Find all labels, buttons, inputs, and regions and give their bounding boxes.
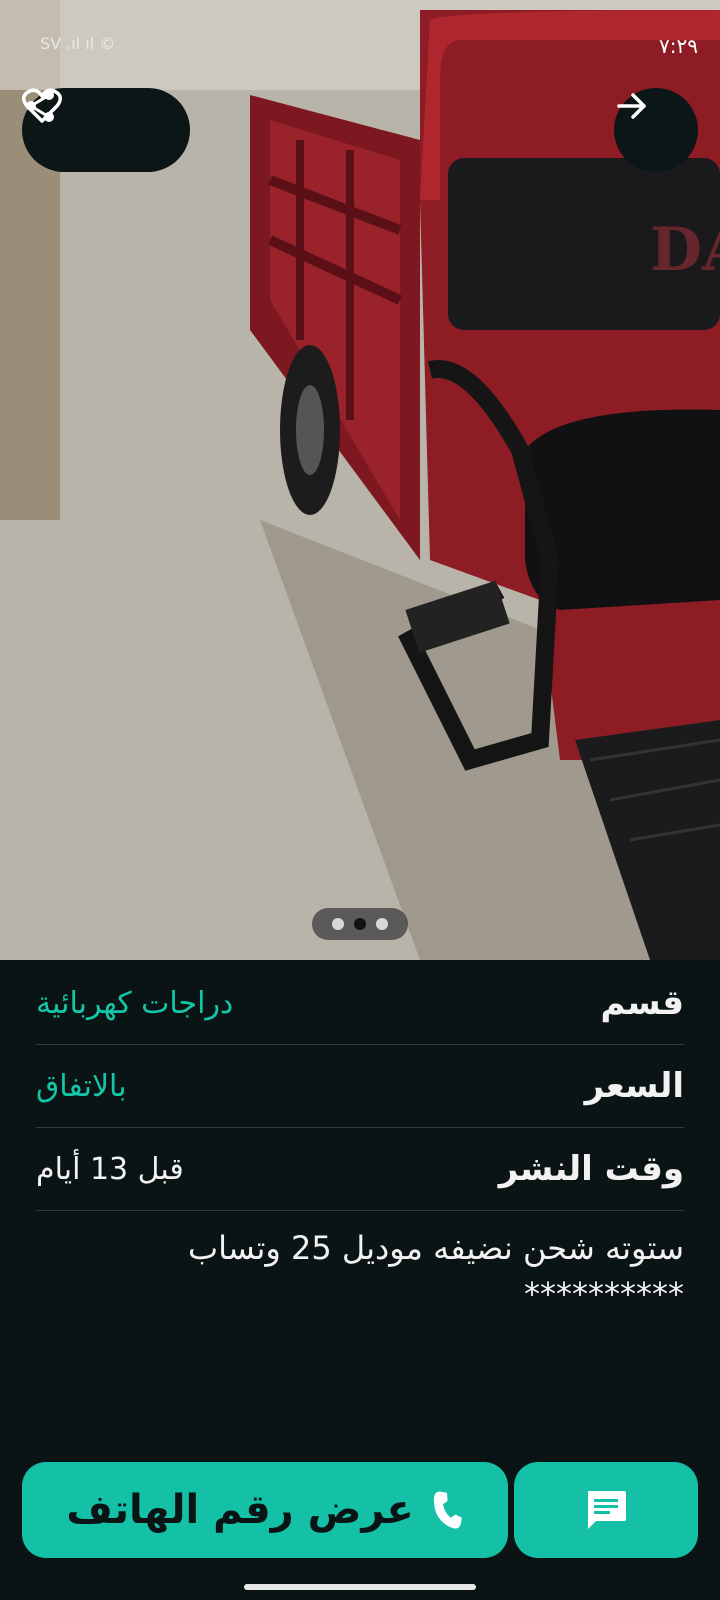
pager-dot-active[interactable] bbox=[354, 918, 366, 930]
listing-details: قسم دراجات كهربائية السعر بالاتفاق وقت ا… bbox=[36, 962, 684, 1317]
arrow-right-icon bbox=[617, 93, 646, 119]
heart-outline-icon[interactable] bbox=[22, 88, 172, 154]
gallery-pager bbox=[312, 908, 408, 940]
description-masked-phone: ********** bbox=[524, 1275, 684, 1313]
show-phone-label: عرض رقم الهاتف bbox=[66, 1487, 414, 1533]
price-row: السعر بالاتفاق bbox=[36, 1045, 684, 1128]
price-value: بالاتفاق bbox=[36, 1068, 127, 1104]
pager-dot[interactable] bbox=[376, 918, 388, 930]
status-time: ٧:٢٩ bbox=[659, 34, 698, 58]
description-line: ستوته شحن نضيفه موديل 25 وتساب bbox=[188, 1229, 684, 1267]
forward-button[interactable] bbox=[614, 88, 698, 172]
pager-dot[interactable] bbox=[332, 918, 344, 930]
category-label: قسم bbox=[600, 983, 684, 1023]
posted-row: وقت النشر قبل 13 أيام bbox=[36, 1128, 684, 1211]
svg-text:DA: DA bbox=[650, 215, 720, 285]
home-indicator[interactable] bbox=[244, 1584, 476, 1590]
action-bar: عرض رقم الهاتف bbox=[22, 1462, 698, 1558]
status-indicators: SV ‎.ıl ıl © bbox=[40, 34, 116, 53]
listing-photo[interactable]: DA SV ‎.ıl ıl © ٧:٢٩ bbox=[0, 0, 720, 960]
category-row: قسم دراجات كهربائية bbox=[36, 962, 684, 1045]
chat-icon bbox=[588, 1491, 626, 1529]
show-phone-button[interactable]: عرض رقم الهاتف bbox=[22, 1462, 508, 1558]
phone-icon bbox=[433, 1491, 462, 1529]
listing-description: ستوته شحن نضيفه موديل 25 وتساب *********… bbox=[36, 1225, 684, 1317]
share-favorite-pill bbox=[22, 88, 190, 172]
posted-value: قبل 13 أيام bbox=[36, 1151, 184, 1187]
chat-button[interactable] bbox=[514, 1462, 698, 1558]
price-label: السعر bbox=[584, 1066, 684, 1106]
category-value[interactable]: دراجات كهربائية bbox=[36, 986, 233, 1021]
posted-label: وقت النشر bbox=[498, 1149, 684, 1189]
